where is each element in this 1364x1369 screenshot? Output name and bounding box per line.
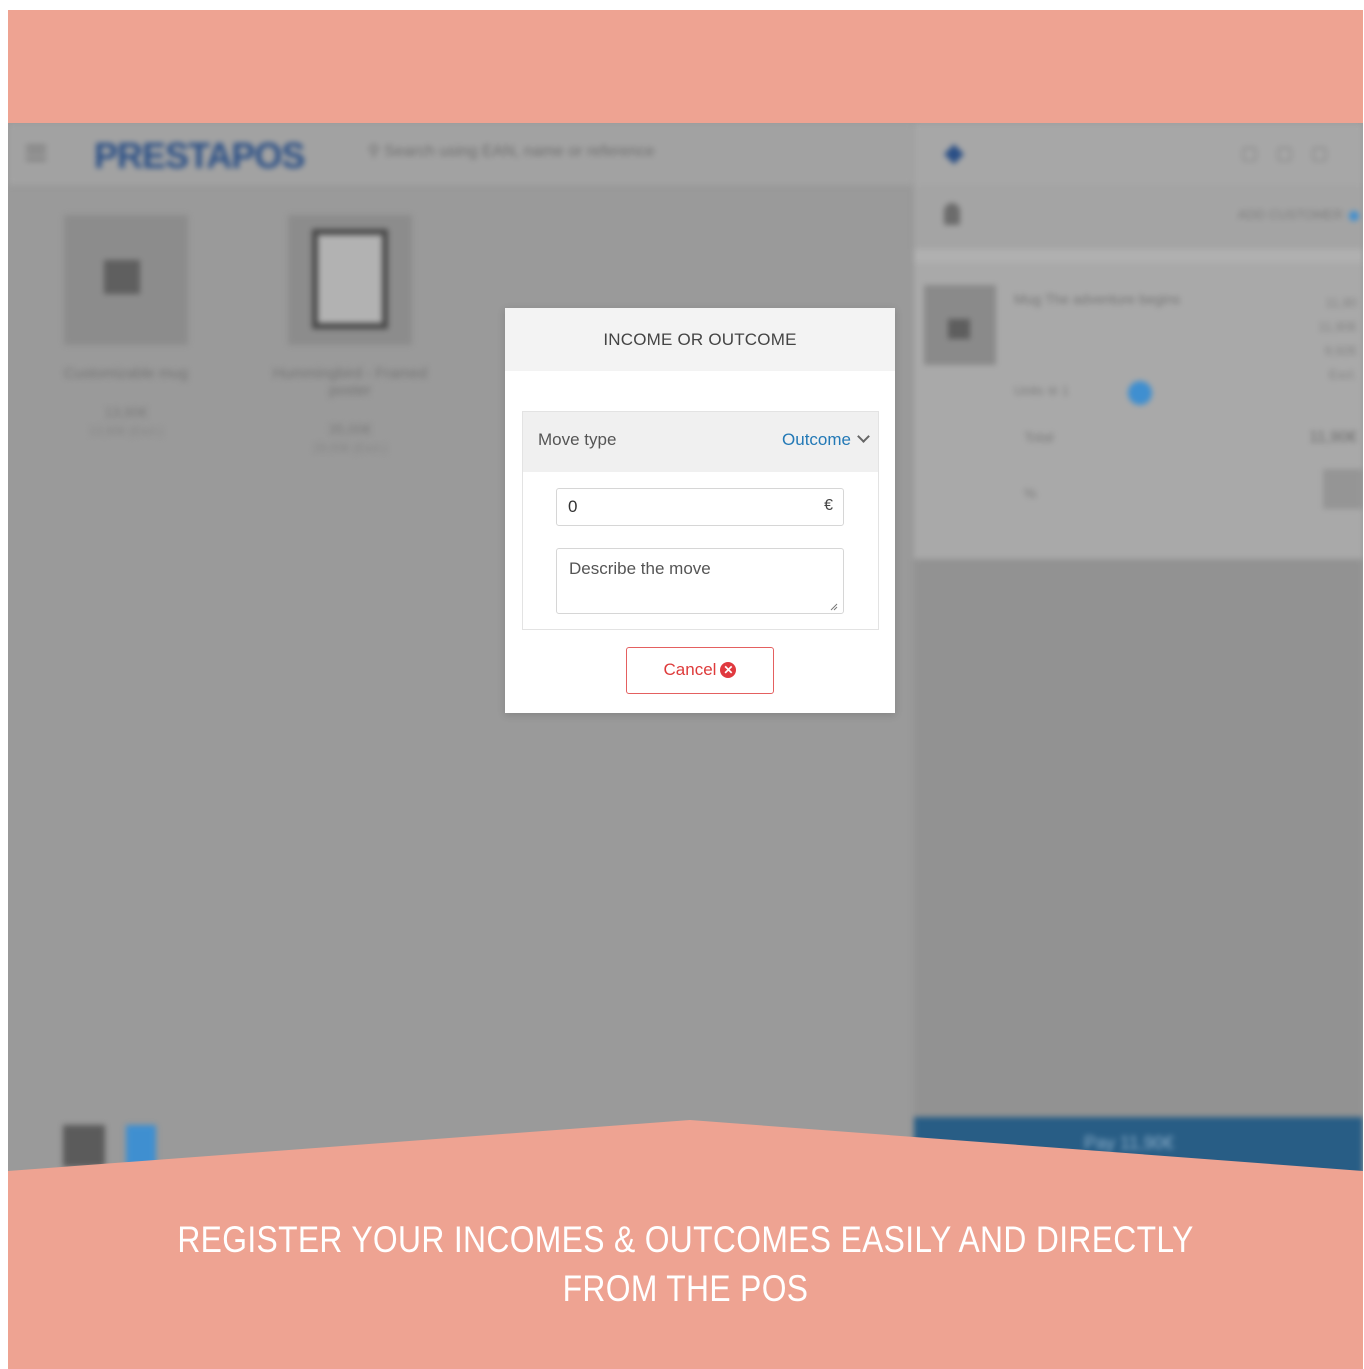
cart-item-thumbnail [924,285,996,365]
move-type-label: Move type [538,430,617,449]
move-form-panel: Move type Outcome € [522,411,879,630]
amount-field[interactable]: € [556,488,844,526]
cart-item-price: 11,90€ [1318,319,1357,334]
mug-image [104,260,140,294]
move-type-row: Move type Outcome [523,412,878,472]
discount-label: % [1024,485,1037,501]
product-price: 13,90€ [104,404,148,420]
add-customer-label: ADD CUSTOMER [1237,207,1343,222]
chevron-down-icon [857,430,870,443]
product-price-excl: 13,90€ (Excl.) [88,424,164,438]
add-customer-dot [1349,211,1359,221]
plus-button[interactable] [1128,381,1152,405]
product-name: Hummingbird - Framed poster [272,365,428,399]
top-banner [8,10,1363,123]
prestapos-logo: PRESTAPOS [94,135,305,176]
modal-title: INCOME OR OUTCOME [505,308,895,371]
product-search-input[interactable]: ⚲ Search using EAN, name or reference [368,141,728,167]
quantity-label: Units [1014,383,1044,398]
cart-item-prices: 11,90 11,90€ 9,92€ Excl. [1297,291,1357,387]
cancel-button[interactable]: Cancel ✕ [626,647,774,694]
cart-line-item[interactable]: Mug The adventure begins 11,90 11,90€ 9,… [914,263,1363,559]
tag-icon[interactable]: ◆ [944,137,964,168]
description-field[interactable] [556,548,844,614]
cart-item-name: Mug The adventure begins [1014,291,1181,307]
resize-handle-icon[interactable] [828,601,838,611]
cart-divider [914,249,1363,263]
cart-item-excl: 9,92€ Excl. [1324,343,1357,382]
close-circle-icon: ✕ [720,662,737,678]
move-type-value: Outcome [782,430,851,449]
product-thumbnail [288,215,412,345]
line-total-value: 11,90€ [1309,429,1357,446]
amount-input[interactable] [557,489,807,525]
product-price: 35,00€ [328,421,372,437]
mug-image [948,319,970,339]
poster-image [312,229,388,329]
promo-frame: PRESTAPOS ⚲ Search using EAN, name or re… [8,10,1363,1369]
caption-line-1: REGISTER YOUR INCOMES & OUTCOMES EASILY … [177,1219,1194,1260]
promo-caption: REGISTER YOUR INCOMES & OUTCOMES EASILY … [103,1215,1268,1313]
line-total-label: Total [1024,429,1054,445]
cancel-label: Cancel [663,660,717,679]
product-card[interactable]: Hummingbird - Framed poster 35,00€ 29,00… [270,215,430,455]
user-icon [944,203,960,225]
search-icon: ⚲ [368,143,385,160]
customer-row[interactable]: ADD CUSTOMER [914,185,1363,249]
cart-header: ◆ ▢▢▢ [914,123,1363,185]
pos-app-background: PRESTAPOS ⚲ Search using EAN, name or re… [8,123,1363,1183]
cart-item-unit: 11,90 [1325,295,1357,310]
quantity-stepper[interactable]: Units ⊖ 1 [1014,383,1069,399]
quantity-value: 1 [1061,383,1069,398]
income-outcome-modal: INCOME OR OUTCOME Move type Outcome € [505,308,895,713]
product-price-excl: 29,00€ (Excl.) [312,441,388,455]
app-header: PRESTAPOS ⚲ Search using EAN, name or re… [8,123,913,185]
move-type-select[interactable]: Outcome [782,430,870,450]
search-placeholder: Search using EAN, name or reference [384,143,655,160]
discount-button[interactable] [1323,469,1363,509]
product-card[interactable]: Customizable mug 13,90€ 13,90€ (Excl.) [46,215,206,438]
cart-panel: ◆ ▢▢▢ ADD CUSTOMER Mug The adventure beg… [914,123,1363,1183]
minus-icon[interactable]: ⊖ [1047,383,1062,398]
product-name: Customizable mug [63,365,189,382]
caption-line-2: FROM THE POS [562,1268,809,1309]
menu-icon[interactable] [26,145,46,161]
cart-toolbar-icons[interactable]: ▢▢▢ [1241,143,1351,163]
currency-symbol: € [824,497,833,514]
product-thumbnail [64,215,188,345]
